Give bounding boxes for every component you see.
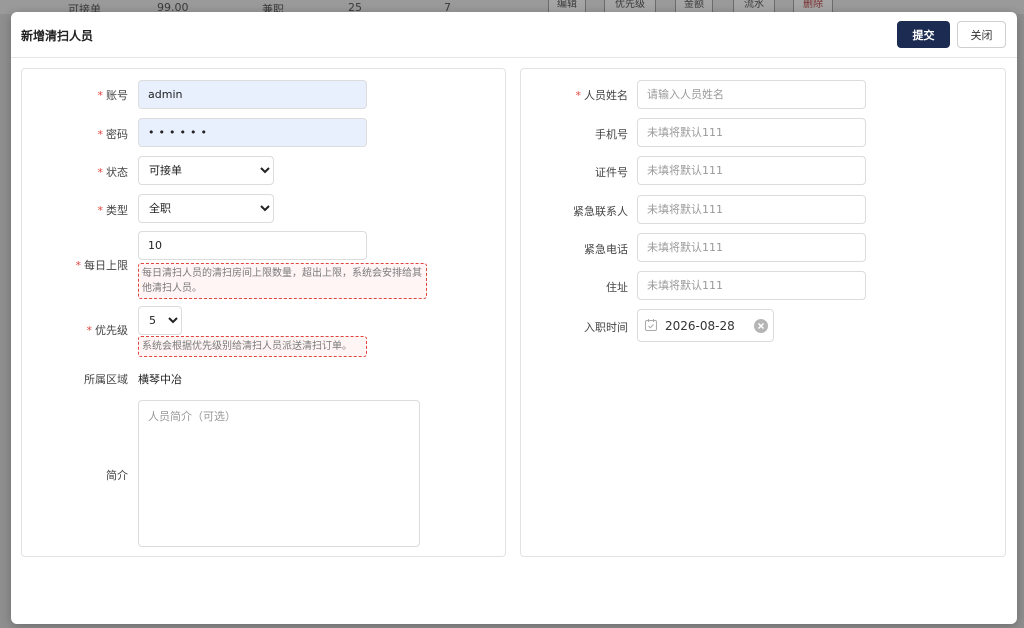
address-label: 住址	[606, 281, 628, 294]
name-label: * 人员姓名	[575, 89, 629, 102]
close-button[interactable]: 关闭	[957, 21, 1006, 48]
emergency-phone-input[interactable]	[637, 233, 866, 262]
priority-hint: 系统会根据优先级别给清扫人员派送清扫订单。	[138, 336, 367, 357]
name-input[interactable]	[637, 80, 866, 109]
region-value: 横琴中冶	[138, 373, 182, 386]
account-label: * 账号	[97, 89, 129, 102]
password-label: * 密码	[97, 128, 129, 141]
intro-textarea[interactable]	[138, 400, 420, 547]
emergency-contact-input[interactable]	[637, 195, 866, 224]
phone-label: 手机号	[595, 128, 628, 141]
type-select[interactable]: 全职	[138, 194, 274, 223]
region-label: 所属区域	[84, 373, 128, 386]
emergency-contact-label: 紧急联系人	[573, 205, 628, 218]
add-cleaner-modal: 新增清扫人员 提交 关闭 *账号 *密码 *状态 可接单 *类型 全职 *每日上…	[11, 12, 1017, 624]
right-form-panel: *人员姓名 手机号 证件号 紧急联系人 紧急电话 住址 入职时间 2026-08…	[520, 68, 1006, 557]
status-select[interactable]: 可接单	[138, 156, 274, 185]
daily-limit-hint: 每日清扫人员的清扫房间上限数量，超出上限，系统会安排给其他清扫人员。	[138, 263, 427, 299]
priority-label: * 优先级	[86, 324, 129, 337]
intro-label: 简介	[106, 469, 128, 482]
calendar-icon	[645, 319, 657, 331]
clear-icon[interactable]	[754, 319, 768, 333]
password-input[interactable]	[138, 118, 367, 147]
join-date-value: 2026-08-28	[665, 319, 735, 333]
join-date-label: 入职时间	[584, 321, 628, 334]
daily-limit-label: * 每日上限	[75, 259, 129, 272]
id-number-input[interactable]	[637, 156, 866, 185]
emergency-phone-label: 紧急电话	[584, 243, 628, 256]
modal-header: 新增清扫人员 提交 关闭	[11, 12, 1017, 58]
priority-select[interactable]: 5	[138, 306, 182, 335]
left-form-panel: *账号 *密码 *状态 可接单 *类型 全职 *每日上限 每日清扫人员的清扫房间…	[21, 68, 506, 557]
phone-input[interactable]	[637, 118, 866, 147]
join-date-picker[interactable]: 2026-08-28	[637, 309, 774, 342]
type-label: * 类型	[97, 204, 129, 217]
submit-button[interactable]: 提交	[897, 21, 950, 48]
account-input[interactable]	[138, 80, 367, 109]
id-number-label: 证件号	[595, 166, 628, 179]
address-input[interactable]	[637, 271, 866, 300]
modal-title: 新增清扫人员	[21, 29, 94, 43]
status-label: * 状态	[97, 166, 129, 179]
daily-limit-input[interactable]	[138, 231, 367, 260]
